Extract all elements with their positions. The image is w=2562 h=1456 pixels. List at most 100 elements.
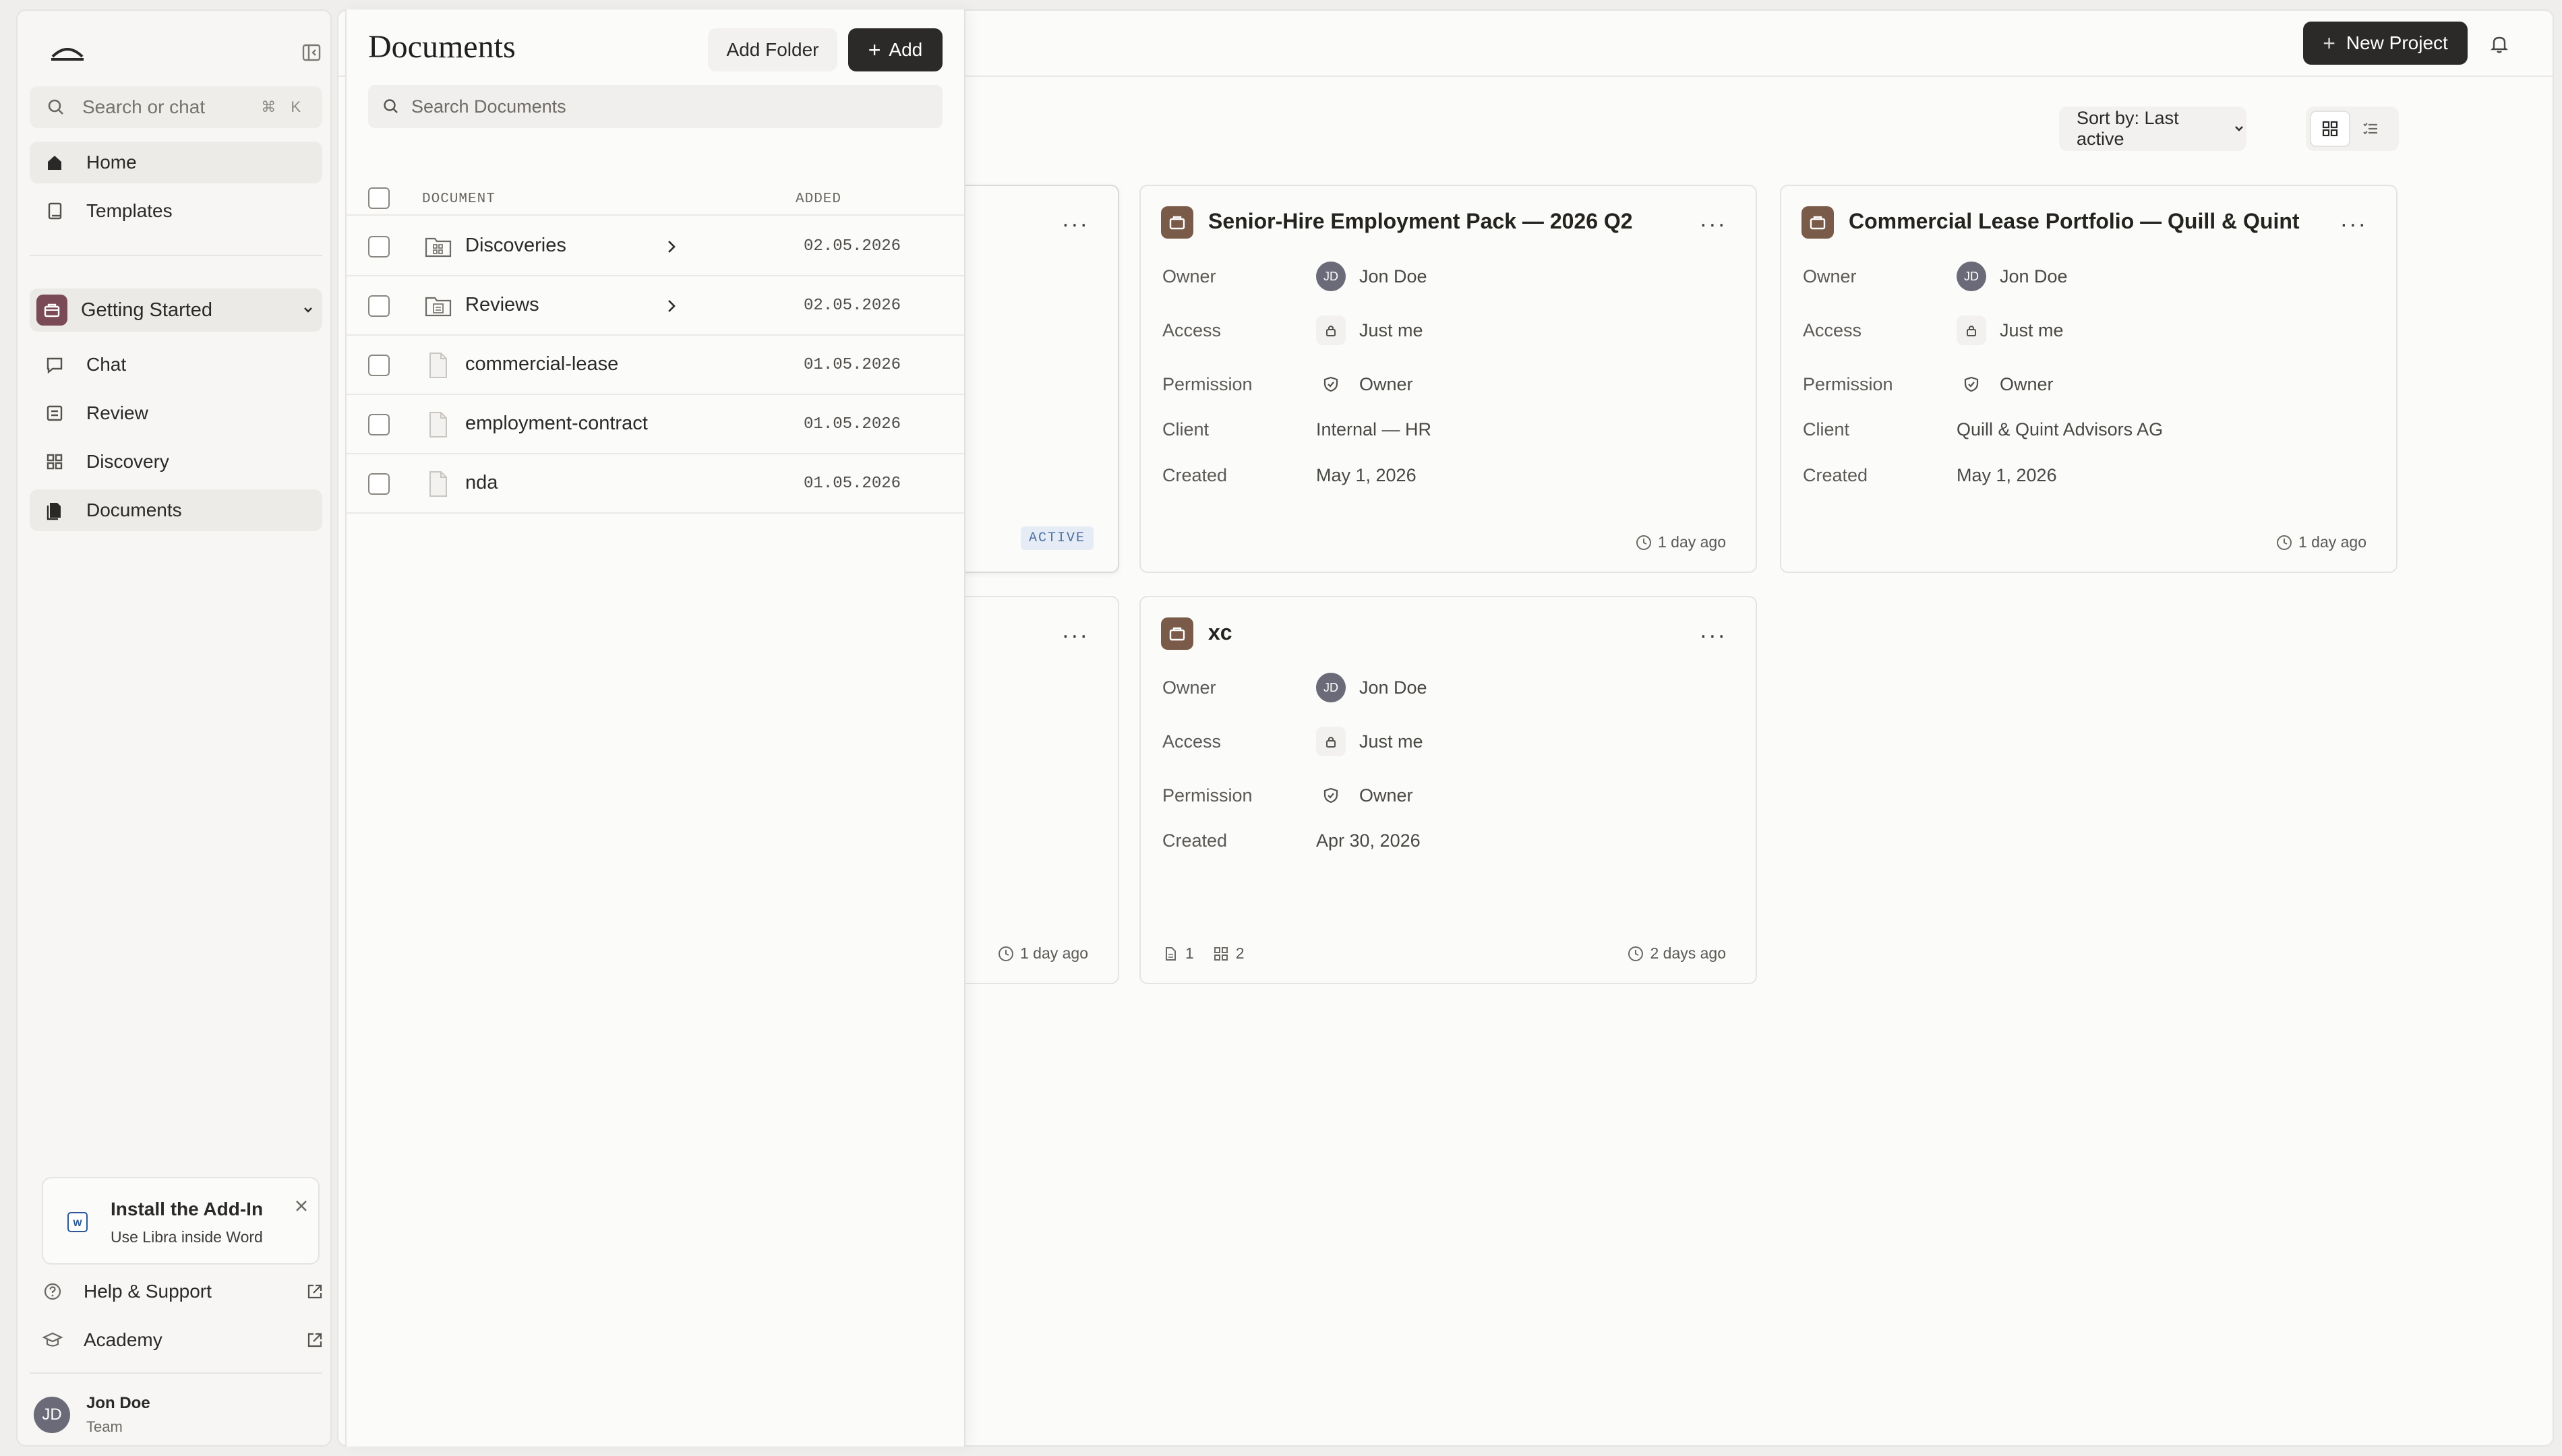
chevron-right-icon[interactable] [662,297,681,315]
document-count: 1 [1185,944,1194,962]
client-value: Internal — HR [1316,419,1432,439]
table-row[interactable]: commercial-lease 01.05.2026 [347,336,964,395]
sidebar-search-input[interactable]: Search or chat ⌘ K [30,86,322,128]
field-label: Access [1162,731,1222,752]
clock-icon [2275,534,2293,551]
more-options-icon[interactable]: ... [2341,208,2368,231]
list-view-button[interactable] [2350,111,2391,147]
card-title: xc [1208,620,1232,644]
row-checkbox[interactable] [368,473,390,495]
table-row[interactable]: nda 01.05.2026 [347,454,964,514]
table-row[interactable]: Discoveries 02.05.2026 [347,217,964,276]
bell-icon[interactable] [2488,32,2511,55]
row-name: Reviews [465,294,539,315]
project-selector[interactable]: Getting Started [30,289,322,332]
owner-row: Owner JD Jon Doe [1803,262,2068,291]
table-row[interactable]: Reviews 02.05.2026 [347,276,964,336]
documents-search-input[interactable]: Search Documents [368,85,943,128]
external-link-icon [305,1330,325,1350]
review-count: 2 [1235,944,1245,962]
chevron-right-icon[interactable] [662,237,681,256]
academy-link[interactable]: Academy [42,1321,325,1359]
install-addin-card[interactable]: W Install the Add-In Use Libra inside Wo… [42,1177,320,1265]
row-checkbox[interactable] [368,414,390,435]
card-counts: 1 2 [1162,944,1245,963]
collapse-sidebar-icon[interactable] [299,40,324,65]
sidebar-item-home[interactable]: Home [30,142,322,183]
card-title: Senior-Hire Employment Pack — 2026 Q2 [1208,209,1633,233]
row-added: 01.05.2026 [804,356,901,374]
file-icon [423,410,453,439]
sidebar-divider [30,255,322,256]
add-document-button[interactable]: + Add [848,28,943,71]
permission-row: Permission Owner [1803,369,2054,399]
last-active-value: 2 days ago [1650,944,1726,962]
client-row: Client Internal — HR [1162,419,1431,440]
academy-icon [42,1329,63,1351]
field-label: Permission [1162,785,1253,806]
documents-panel: Documents Add Folder + Add Search Docume… [345,9,965,1447]
sort-dropdown[interactable]: Sort by: Last active [2059,107,2246,151]
access-row: Access Just me [1162,315,1423,345]
addin-title: Install the Add-In [111,1199,264,1219]
grid-view-button[interactable] [2310,111,2350,147]
permission-row: Permission Owner [1162,781,1413,810]
row-added: 02.05.2026 [804,237,901,255]
row-name: employment-contract [465,413,648,434]
add-folder-button[interactable]: Add Folder [708,28,837,71]
new-project-button[interactable]: + New Project [2303,22,2468,65]
help-support-link[interactable]: Help & Support [42,1273,325,1310]
owner-value: Jon Doe [1359,677,1427,698]
plus-icon: + [868,37,881,62]
sidebar-item-label: Documents [86,499,182,520]
file-icon [423,469,453,499]
more-options-icon[interactable]: ... [1700,208,1727,231]
column-document[interactable]: DOCUMENT [422,191,496,207]
more-options-icon[interactable]: ... [1063,619,1090,642]
external-link-icon [305,1281,325,1302]
table-header: DOCUMENT ADDED [347,182,964,216]
sidebar-item-discovery[interactable]: Discovery [30,441,322,483]
select-all-checkbox[interactable] [368,187,390,209]
lock-icon [1316,315,1346,345]
row-name: commercial-lease [465,353,619,375]
row-name: Discoveries [465,235,566,256]
owner-row: Owner JD Jon Doe [1162,673,1427,702]
svg-text:W: W [73,1217,82,1228]
libra-logo-icon[interactable] [50,39,85,63]
help-icon [42,1281,63,1302]
sidebar-item-label: Home [86,152,137,173]
briefcase-icon [1161,206,1193,239]
created-row: Created May 1, 2026 [1803,465,2057,486]
sidebar-item-chat[interactable]: Chat [30,344,322,386]
last-active: 1 day ago [1635,533,1726,551]
field-label: Access [1803,320,1862,340]
more-options-icon[interactable]: ... [1063,208,1090,231]
addin-subtitle: Use Libra inside Word [111,1228,263,1246]
field-label: Created [1162,830,1228,851]
row-added: 01.05.2026 [804,475,901,493]
row-checkbox[interactable] [368,355,390,376]
sidebar: Search or chat ⌘ K Home Templates Gettin… [16,9,332,1447]
close-icon[interactable] [293,1197,310,1215]
user-name: Jon Doe [86,1394,150,1412]
sidebar-item-review[interactable]: Review [30,392,322,434]
project-card[interactable]: Senior-Hire Employment Pack — 2026 Q2 ..… [1139,185,1757,573]
sidebar-item-templates[interactable]: Templates [30,190,322,232]
grid-icon [2322,121,2338,137]
project-card[interactable]: Commercial Lease Portfolio — Quill & Qui… [1780,185,2397,573]
table-row[interactable]: employment-contract 01.05.2026 [347,395,964,454]
user-profile[interactable]: JD Jon Doe Team [34,1394,150,1436]
shield-icon [1316,781,1346,810]
more-options-icon[interactable]: ... [1700,619,1727,642]
file-icon [423,351,453,380]
column-added[interactable]: ADDED [796,191,841,207]
sidebar-item-documents[interactable]: Documents [30,489,322,531]
new-project-label: New Project [2346,32,2448,53]
row-checkbox[interactable] [368,295,390,317]
project-card[interactable]: xc ... Owner JD Jon Doe Access Just me P… [1139,596,1757,984]
row-checkbox[interactable] [368,236,390,257]
book-icon [44,201,65,221]
status-badge: ACTIVE [1020,526,1094,550]
word-icon: W [66,1211,89,1234]
